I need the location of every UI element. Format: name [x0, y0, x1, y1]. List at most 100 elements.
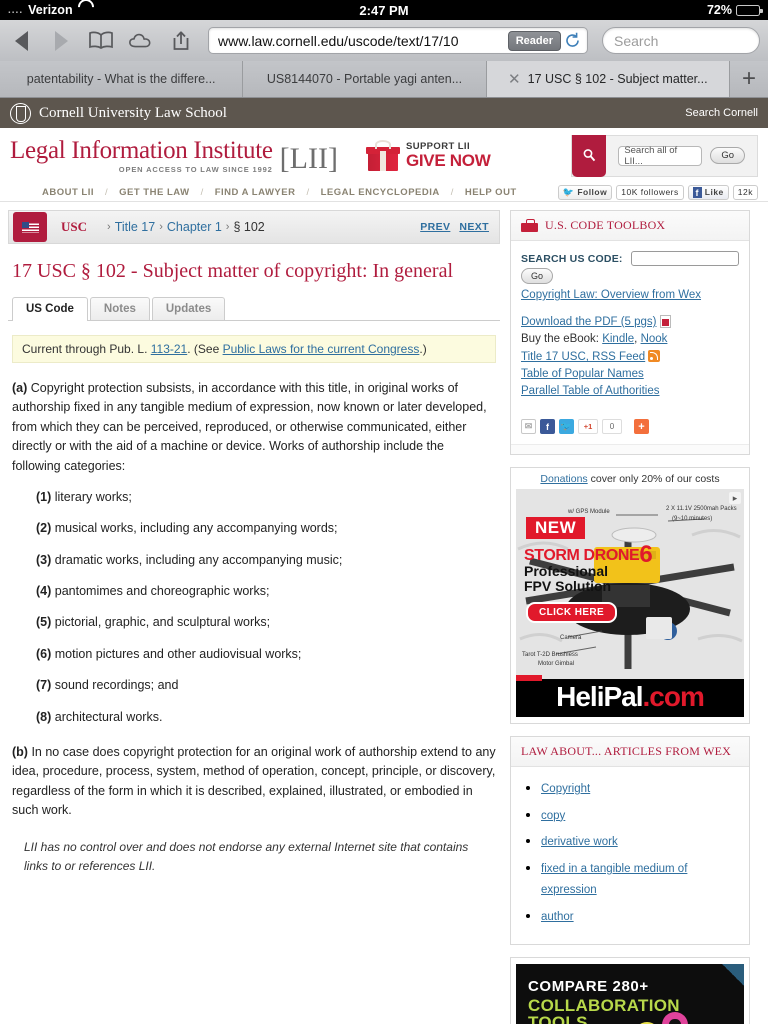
browser-tab-2[interactable]: US8144070 - Portable yagi anten...	[243, 61, 487, 97]
twitter-share-icon[interactable]: 🐦	[559, 419, 574, 434]
wex-article-list: Copyright copy derivative work fixed in …	[511, 767, 749, 944]
nav-item-get-the-law[interactable]: GET THE LAW	[119, 187, 189, 198]
lii-header: Legal Information Institute OPEN ACCESS …	[0, 128, 768, 183]
wex-header: LAW ABOUT... ARTICLES FROM WEX	[511, 737, 749, 767]
search-us-code-input[interactable]	[630, 251, 739, 266]
reload-icon[interactable]	[561, 32, 583, 49]
share-icon[interactable]	[168, 30, 194, 52]
category-number: (6)	[36, 646, 52, 661]
bookmarks-icon[interactable]	[88, 31, 114, 50]
public-law-link[interactable]: 113-21	[151, 342, 187, 356]
browser-search-input[interactable]: Search	[602, 27, 760, 54]
pdf-icon	[659, 315, 671, 328]
category-item-7: (7) sound recordings; and	[36, 676, 496, 695]
facebook-share-icon[interactable]: f	[540, 419, 555, 434]
donations-text: cover only 20% of our costs	[587, 473, 720, 485]
download-pdf-link[interactable]: Download the PDF (5 pgs)	[521, 316, 657, 328]
twitter-follow-button[interactable]: 🐦 Follow	[557, 184, 613, 200]
tab-notes[interactable]: Notes	[89, 297, 150, 320]
search-cornell-link[interactable]: Search Cornell	[685, 107, 758, 119]
prev-link[interactable]: PREV	[420, 221, 450, 233]
drone-advertisement[interactable]: ▸ w/ GPS Module 2 X 11.1V 2500mah Packs …	[516, 489, 744, 679]
list-item: Copyright	[541, 777, 739, 799]
ad-choices-icon[interactable]	[722, 963, 744, 986]
back-button[interactable]	[8, 30, 34, 51]
breadcrumb-item-chapter-1[interactable]: Chapter 1	[167, 220, 222, 234]
nav-item-help-out[interactable]: HELP OUT	[465, 187, 517, 198]
ad-note-gps: w/ GPS Module	[568, 509, 610, 515]
collab-ad-line3-text: TOOLS	[528, 1012, 588, 1024]
ad-new-badge: NEW	[526, 517, 586, 539]
toolbox-title: U.S. CODE TOOLBOX	[545, 218, 666, 232]
tab-updates[interactable]: Updates	[151, 297, 226, 320]
nav-item-about-lii[interactable]: ABOUT LII	[42, 187, 94, 198]
nav-separator: /	[200, 186, 204, 198]
lii-search-go-button[interactable]: Go	[710, 147, 745, 164]
give-now-label: GIVE NOW	[405, 150, 491, 170]
next-link[interactable]: NEXT	[459, 221, 489, 233]
rss-feed-link[interactable]: Title 17 USC, RSS Feed	[521, 351, 645, 363]
nav-item-legal-encyclopedia[interactable]: LEGAL ENCYCLOPEDIA	[321, 187, 440, 198]
notice-suffix: .)	[419, 342, 427, 356]
parallel-authorities-link[interactable]: Parallel Table of Authorities	[521, 385, 739, 397]
nav-item-find-a-lawyer[interactable]: FIND A LAWYER	[215, 187, 296, 198]
notice-prefix: Current through Pub. L.	[22, 342, 151, 356]
breadcrumb-item-title-17[interactable]: Title 17	[115, 220, 156, 234]
current-congress-link[interactable]: Public Laws for the current Congress	[223, 342, 420, 356]
ad-choices-icon[interactable]: ▸	[729, 492, 741, 504]
collaboration-ad-panel[interactable]: COMPARE 280+ COLLABORATION TOOLS	[510, 956, 750, 1024]
lii-acronym: [LII]	[279, 141, 338, 175]
wex-link-derivative-work[interactable]: derivative work	[541, 836, 618, 848]
lii-tagline: OPEN ACCESS TO LAW SINCE 1992	[118, 164, 273, 174]
search-icon[interactable]	[572, 134, 607, 177]
sidebar: U.S. CODE TOOLBOX SEARCH US CODE: Go Cop…	[510, 210, 750, 1024]
lii-search-input[interactable]: Search all of LII...	[618, 145, 703, 167]
wex-articles-panel: LAW ABOUT... ARTICLES FROM WEX Copyright…	[510, 736, 750, 945]
ad-tagline-line1: Professional	[524, 563, 609, 579]
close-icon[interactable]: ✕	[508, 70, 521, 88]
facebook-like-button[interactable]: f Like	[687, 184, 729, 200]
usc-flag-icon[interactable]	[13, 212, 47, 242]
ad-note-camera: Camera	[560, 635, 582, 641]
category-number: (8)	[36, 709, 52, 724]
ios-status-bar: .... Verizon 2:47 PM 72%	[0, 0, 768, 20]
browser-tab-1[interactable]: patentability - What is the differe...	[0, 61, 244, 97]
wex-overview-link[interactable]: Copyright Law: Overview from Wex	[521, 289, 739, 301]
tab-us-code[interactable]: US Code	[12, 297, 88, 321]
wex-link-copyright[interactable]: Copyright	[541, 783, 590, 795]
addthis-more-icon[interactable]: +	[634, 419, 649, 434]
wex-link-fixed-tangible-medium[interactable]: fixed in a tangible medium of expression	[541, 863, 687, 897]
google-plus-share-icon[interactable]: +1	[578, 419, 598, 434]
page-title: 17 USC § 102 - Subject matter of copyrig…	[12, 260, 454, 282]
forward-button[interactable]	[48, 30, 74, 51]
give-now-banner[interactable]: SUPPORT LII GIVE NOW	[365, 139, 491, 171]
ad-note-gimbal-2: Motor Gimbal	[538, 661, 575, 667]
browser-search-placeholder: Search	[614, 32, 659, 49]
ad-click-here-button[interactable]: CLICK HERE	[526, 602, 618, 623]
toolbox-header: U.S. CODE TOOLBOX	[511, 211, 749, 241]
collaboration-advertisement[interactable]: COMPARE 280+ COLLABORATION TOOLS	[516, 963, 744, 1024]
category-number: (7)	[36, 678, 52, 693]
reader-button[interactable]: Reader	[507, 30, 561, 51]
popular-names-link[interactable]: Table of Popular Names	[521, 368, 739, 380]
search-us-code-row: SEARCH US CODE:	[521, 251, 739, 266]
url-bar[interactable]: www.law.cornell.edu/uscode/text/17/10 Re…	[208, 27, 588, 54]
browser-tab-3-active[interactable]: ✕ 17 USC § 102 - Subject matter...	[486, 61, 730, 97]
ad-note-battery-2: (9~10 minutes)	[672, 516, 713, 522]
drone-ad-panel[interactable]: Donations cover only 20% of our costs ▸ …	[510, 467, 750, 724]
share-buttons: ✉ f 🐦 +1 0 +	[521, 411, 739, 434]
clock-label: 2:47 PM	[359, 2, 409, 18]
lii-logo[interactable]: Legal Information Institute OPEN ACCESS …	[10, 138, 338, 174]
wex-link-author[interactable]: author	[541, 911, 574, 923]
search-us-code-go-button[interactable]: Go	[521, 268, 554, 284]
nav-separator: /	[105, 186, 109, 198]
new-tab-button[interactable]: +	[729, 61, 768, 97]
wex-title: LAW ABOUT... ARTICLES FROM WEX	[521, 744, 731, 758]
wex-link-copy[interactable]: copy	[541, 810, 565, 822]
lii-title: Legal Information Institute	[10, 136, 273, 164]
nook-link[interactable]: Nook	[641, 333, 668, 345]
icloud-tabs-icon[interactable]	[128, 32, 154, 50]
donations-link[interactable]: Donations	[540, 473, 587, 485]
kindle-link[interactable]: Kindle	[602, 333, 634, 345]
email-share-icon[interactable]: ✉	[521, 419, 536, 434]
